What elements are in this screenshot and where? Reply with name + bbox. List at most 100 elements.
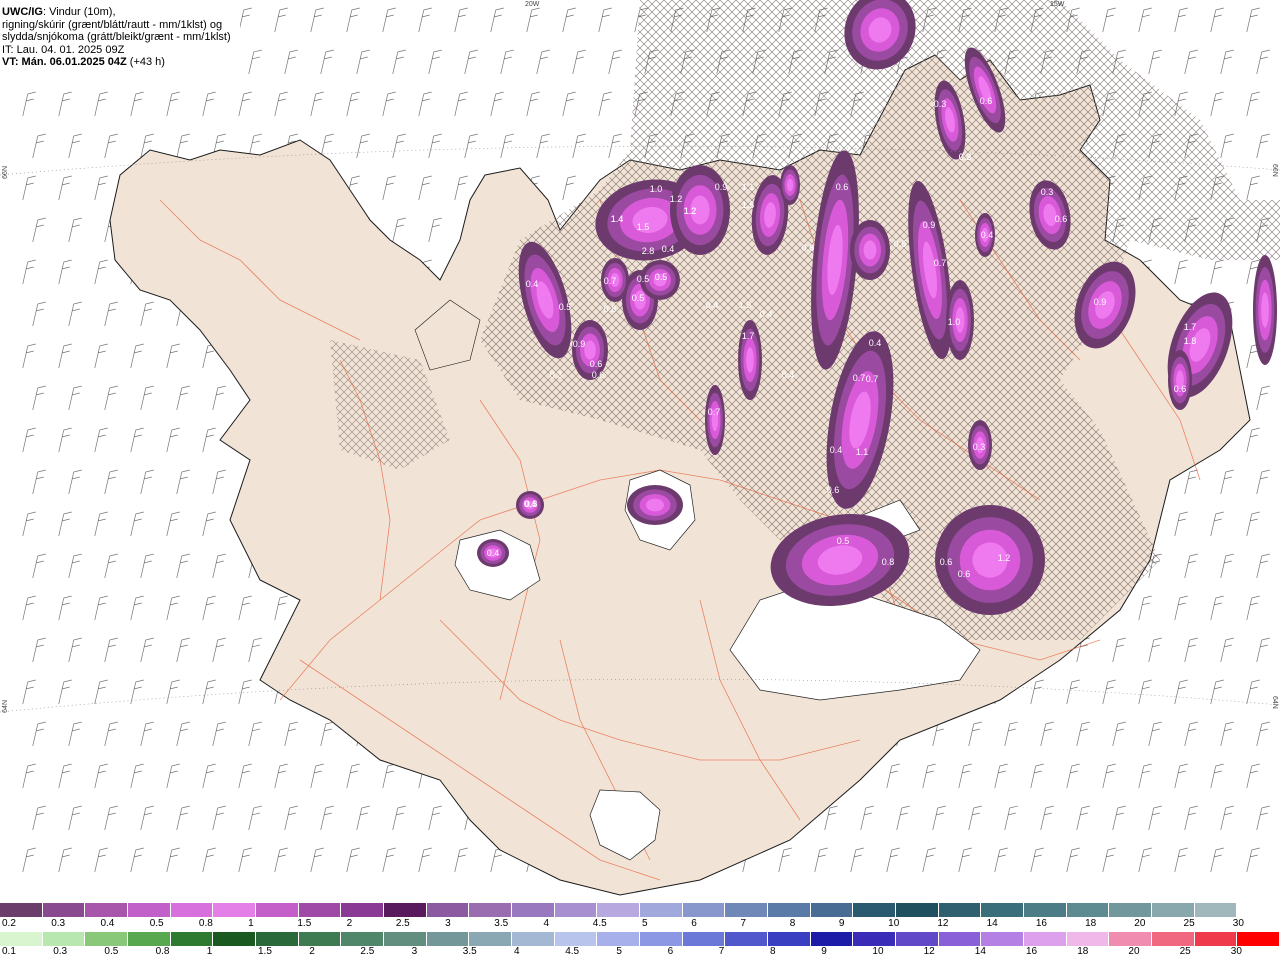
colorbar-label: 16 bbox=[1026, 946, 1038, 957]
colorbar-swatch bbox=[256, 932, 299, 946]
colorbar-swatch bbox=[384, 932, 427, 946]
colorbar-swatch bbox=[554, 903, 598, 917]
colorbar-label: 12 bbox=[937, 918, 949, 929]
precip-value-label: 1.5 bbox=[637, 222, 650, 232]
colorbar-swatch bbox=[938, 932, 982, 946]
precip-value-label: 0.6 bbox=[958, 569, 971, 579]
precip-value-label: 0.6 bbox=[827, 485, 840, 495]
precip-value-label: 1.1 bbox=[856, 447, 869, 457]
precip-value-label: 0.5 bbox=[894, 239, 907, 249]
precip-value-label: 0.4 bbox=[526, 279, 539, 289]
colorbar-swatch bbox=[597, 932, 641, 946]
lat-label-64n-left: 64N bbox=[2, 700, 9, 713]
precip-value-label: 0.4 bbox=[782, 370, 795, 380]
precip-value-label: 1.7 bbox=[1184, 322, 1197, 332]
precip-value-label: 0.6 bbox=[592, 370, 605, 380]
colorbar-swatch bbox=[853, 903, 897, 917]
colorbar-swatch bbox=[981, 932, 1025, 946]
precip-value-label: 1.7 bbox=[742, 331, 755, 341]
lat-label-66n-left: 66N bbox=[2, 166, 9, 179]
colorbar-label: 4 bbox=[514, 946, 520, 957]
colorbar-label: 0.8 bbox=[155, 946, 170, 957]
precip-value-label: 1.2 bbox=[684, 206, 697, 216]
precip-value-label: 0.7 bbox=[934, 258, 947, 268]
colorbar-swatch bbox=[853, 932, 897, 946]
colorbar-label: 6 bbox=[667, 946, 674, 957]
colorbar-label: 2.5 bbox=[360, 946, 375, 957]
colorbar-label: 8 bbox=[770, 946, 776, 957]
lat-label-66n-right: 66N bbox=[1271, 164, 1278, 177]
colorbar-label: 3 bbox=[445, 918, 451, 929]
precip-value-label: 0.7 bbox=[866, 374, 879, 384]
colorbar-swatch bbox=[170, 932, 214, 946]
colorbar-label: 3 bbox=[411, 946, 418, 957]
precip-value-label: 0.4 bbox=[487, 548, 500, 558]
precip-value-label: 0.4 bbox=[662, 244, 675, 254]
colorbar-swatch bbox=[981, 903, 1025, 917]
colorbar-swatch bbox=[213, 932, 257, 946]
colorbar-swatch bbox=[1237, 932, 1280, 946]
weather-map: 1.0 1.2 0.9 1.1 1.5 1.4 1.2 0.6 0.3 0.6 0.4 0.5 0.9 0… bbox=[0, 0, 1280, 902]
precip-value-label: 0.5 bbox=[525, 499, 538, 509]
precip-cell bbox=[1261, 292, 1269, 328]
precip-value-label: 0.4 bbox=[706, 300, 719, 310]
precip-value-label: 1.3 bbox=[739, 300, 752, 310]
colorbar-swatch bbox=[1024, 932, 1067, 946]
colorbar-swatch bbox=[341, 903, 385, 917]
colorbar-swatch bbox=[1237, 903, 1280, 917]
colorbar-label: 0.2 bbox=[2, 918, 16, 929]
precip-cell bbox=[746, 347, 754, 373]
colorbar-swatch bbox=[725, 932, 769, 946]
precip-value-label: 0.9 bbox=[573, 339, 586, 349]
colorbar-label: 5 bbox=[642, 918, 648, 929]
rain-colorbar-labels: 0.1 0.3 0.5 0.8 1 1.5 2 2.5 3 3.5 4 4.5 5 6 7 8 9 10 12 14 1… bbox=[0, 946, 1280, 958]
precip-value-label: 0.5 bbox=[632, 293, 645, 303]
precip-value-label: 0.6 bbox=[940, 557, 953, 567]
colorbar-label: 0.1 bbox=[2, 946, 16, 957]
precip-value-label: 0.8 bbox=[882, 557, 895, 567]
colorbar-label: 18 bbox=[1077, 946, 1089, 957]
colorbar-swatch bbox=[938, 903, 982, 917]
colorbar-label: 1 bbox=[206, 946, 213, 957]
precip-value-label: 1.8 bbox=[1184, 336, 1197, 346]
colorbar-label: 20 bbox=[1134, 918, 1146, 929]
colorbar-label: 4.5 bbox=[592, 918, 607, 929]
colorbar-swatch bbox=[298, 932, 342, 946]
colorbar-swatch bbox=[0, 903, 43, 917]
title-line1: : Vindur (10m), bbox=[42, 6, 116, 18]
colorbar-label: 2 bbox=[346, 918, 353, 929]
colorbar-label: 0.8 bbox=[198, 918, 213, 929]
precip-value-label: 1.2 bbox=[670, 194, 683, 204]
precip-value-label: 1.4 bbox=[611, 214, 624, 224]
colorbar-swatch bbox=[682, 932, 726, 946]
lon-label-20w: 20W bbox=[525, 1, 540, 8]
colorbar-label: 0.5 bbox=[104, 946, 119, 957]
colorbar-label: 1.5 bbox=[258, 946, 272, 957]
forecast-hour: (+43 h) bbox=[126, 56, 165, 68]
colorbar-label: 25 bbox=[1183, 918, 1195, 929]
colorbar-swatch bbox=[42, 932, 86, 946]
precip-value-label: 0.6 bbox=[1055, 214, 1068, 224]
colorbar-label: 14 bbox=[974, 946, 986, 957]
colorbar-swatch bbox=[512, 903, 555, 917]
colorbar-label: 8 bbox=[789, 918, 796, 929]
colorbar-swatch bbox=[128, 903, 171, 917]
precip-value-label: 0.3 bbox=[934, 99, 947, 109]
precip-value-label: 0.7 bbox=[604, 276, 617, 286]
colorbar-label: 7 bbox=[740, 918, 747, 929]
colorbar-swatch bbox=[896, 932, 939, 946]
precip-value-label: 0.7 bbox=[708, 407, 721, 417]
colorbar-label: 30 bbox=[1230, 946, 1242, 957]
lat-label-64n-right: 64N bbox=[1271, 696, 1278, 709]
precip-cell bbox=[786, 178, 794, 192]
colorbar-label: 10 bbox=[888, 918, 900, 929]
precip-value-label: 0.8 bbox=[802, 243, 815, 253]
colorbar-swatch bbox=[170, 903, 214, 917]
colorbar-label: 9 bbox=[838, 918, 845, 929]
colorbar-label: 12 bbox=[923, 946, 935, 957]
colorbar-swatch bbox=[768, 932, 811, 946]
map-info-box: UWC/IG: Vindur (10m), rigning/skúrir (gr… bbox=[0, 0, 240, 76]
precip-value-label: 1.5 bbox=[742, 200, 755, 210]
precip-value-label: 0.9 bbox=[715, 182, 728, 192]
precip-value-label: 1.1 bbox=[742, 182, 755, 192]
